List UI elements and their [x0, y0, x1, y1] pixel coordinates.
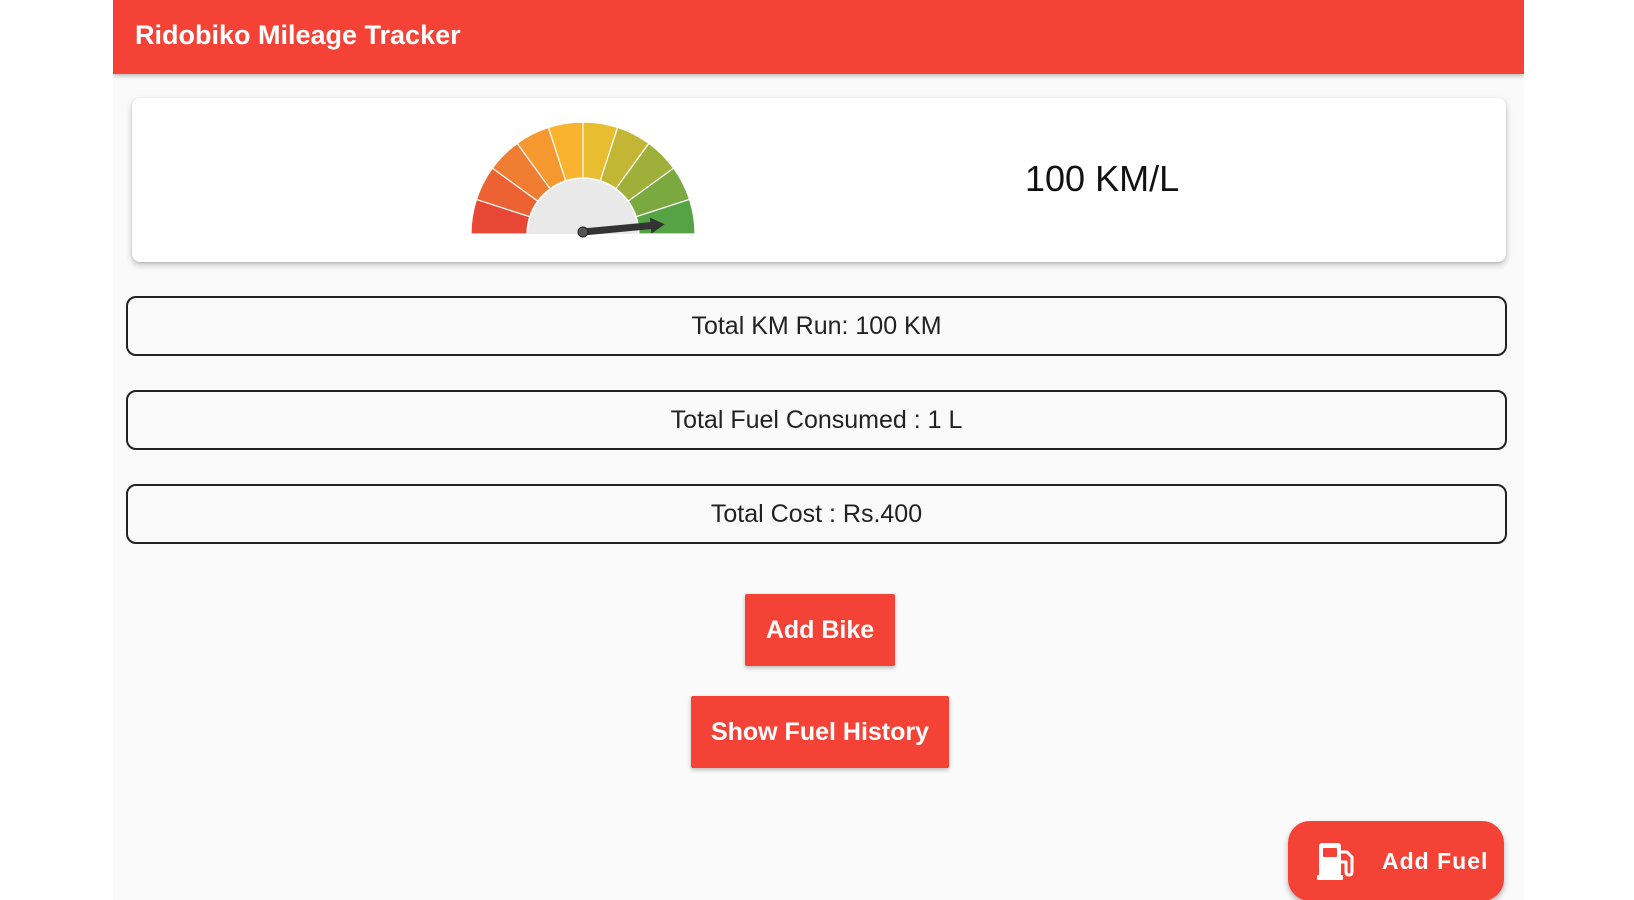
- total-cost-box: Total Cost : Rs.400: [126, 484, 1507, 544]
- fuel-pump-icon: [1317, 843, 1354, 880]
- add-fuel-button[interactable]: Add Fuel: [1288, 821, 1504, 900]
- app-screen: Ridobiko Mileage Tracker 100 KM/L Total …: [113, 0, 1524, 900]
- app-title: Ridobiko Mileage Tracker: [135, 20, 461, 50]
- add-fuel-label: Add Fuel: [1382, 848, 1489, 874]
- add-bike-button[interactable]: Add Bike: [745, 594, 895, 666]
- show-fuel-history-button[interactable]: Show Fuel History: [691, 696, 949, 768]
- add-bike-label: Add Bike: [765, 615, 875, 644]
- total-km-text: Total KM Run: 100 KM: [691, 311, 942, 340]
- total-fuel-box: Total Fuel Consumed : 1 L: [126, 390, 1507, 450]
- show-fuel-history-label: Show Fuel History: [710, 717, 930, 746]
- mileage-card: 100 KM/L: [132, 98, 1506, 262]
- total-fuel-text: Total Fuel Consumed : 1 L: [670, 405, 963, 434]
- total-cost-text: Total Cost : Rs.400: [710, 499, 923, 528]
- app-bar: Ridobiko Mileage Tracker: [113, 0, 1524, 74]
- total-km-box: Total KM Run: 100 KM: [126, 296, 1507, 356]
- mileage-value: 100 KM/L: [1025, 158, 1180, 199]
- speedometer-gauge-icon: [470, 121, 696, 238]
